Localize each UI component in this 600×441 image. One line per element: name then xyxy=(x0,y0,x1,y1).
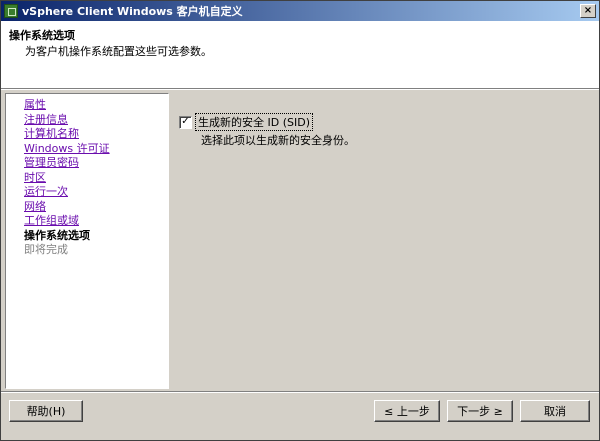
customization-wizard-window: vSphere Client Windows 客户机自定义 × 操作系统选项 为… xyxy=(0,0,600,441)
vsphere-app-icon xyxy=(4,4,18,18)
help-button[interactable]: 帮助(H) xyxy=(9,400,83,422)
step-run-once[interactable]: 运行一次 xyxy=(24,185,168,200)
window-title: vSphere Client Windows 客户机自定义 xyxy=(22,5,243,18)
header-divider xyxy=(1,89,599,90)
title-bar[interactable]: vSphere Client Windows 客户机自定义 × xyxy=(1,1,599,21)
step-network[interactable]: 网络 xyxy=(24,200,168,215)
next-button[interactable]: 下一步 ≥ xyxy=(447,400,513,422)
close-button[interactable]: × xyxy=(580,4,596,18)
generate-sid-checkbox[interactable]: ✓ xyxy=(179,115,192,129)
page-title: 操作系统选项 xyxy=(9,29,75,42)
step-registration-info[interactable]: 注册信息 xyxy=(24,113,168,128)
step-properties[interactable]: 属性 xyxy=(24,98,168,113)
footer-divider xyxy=(1,391,599,393)
back-button[interactable]: ≤ 上一步 xyxy=(374,400,440,422)
step-admin-password[interactable]: 管理员密码 xyxy=(24,156,168,171)
step-computer-name[interactable]: 计算机名称 xyxy=(24,127,168,142)
generate-sid-description: 选择此项以生成新的安全身份。 xyxy=(201,134,355,147)
step-ready-to-complete: 即将完成 xyxy=(24,243,68,256)
generate-sid-label[interactable]: 生成新的安全 ID (SID) xyxy=(195,113,313,131)
wizard-header: 操作系统选项 为客户机操作系统配置这些可选参数。 xyxy=(1,21,599,89)
step-windows-license[interactable]: Windows 许可证 xyxy=(24,142,168,157)
options-panel: ✓ 生成新的安全 ID (SID) 选择此项以生成新的安全身份。 xyxy=(171,93,597,389)
generate-sid-option[interactable]: ✓ 生成新的安全 ID (SID) xyxy=(179,113,313,131)
step-time-zone[interactable]: 时区 xyxy=(24,171,168,186)
wizard-step-list: 属性 注册信息 计算机名称 Windows 许可证 管理员密码 时区 运行一次 … xyxy=(5,93,169,389)
step-workgroup-or-domain[interactable]: 工作组或域 xyxy=(24,214,168,229)
cancel-button[interactable]: 取消 xyxy=(520,400,590,422)
page-description: 为客户机操作系统配置这些可选参数。 xyxy=(25,45,212,58)
step-os-options: 操作系统选项 xyxy=(24,228,90,242)
